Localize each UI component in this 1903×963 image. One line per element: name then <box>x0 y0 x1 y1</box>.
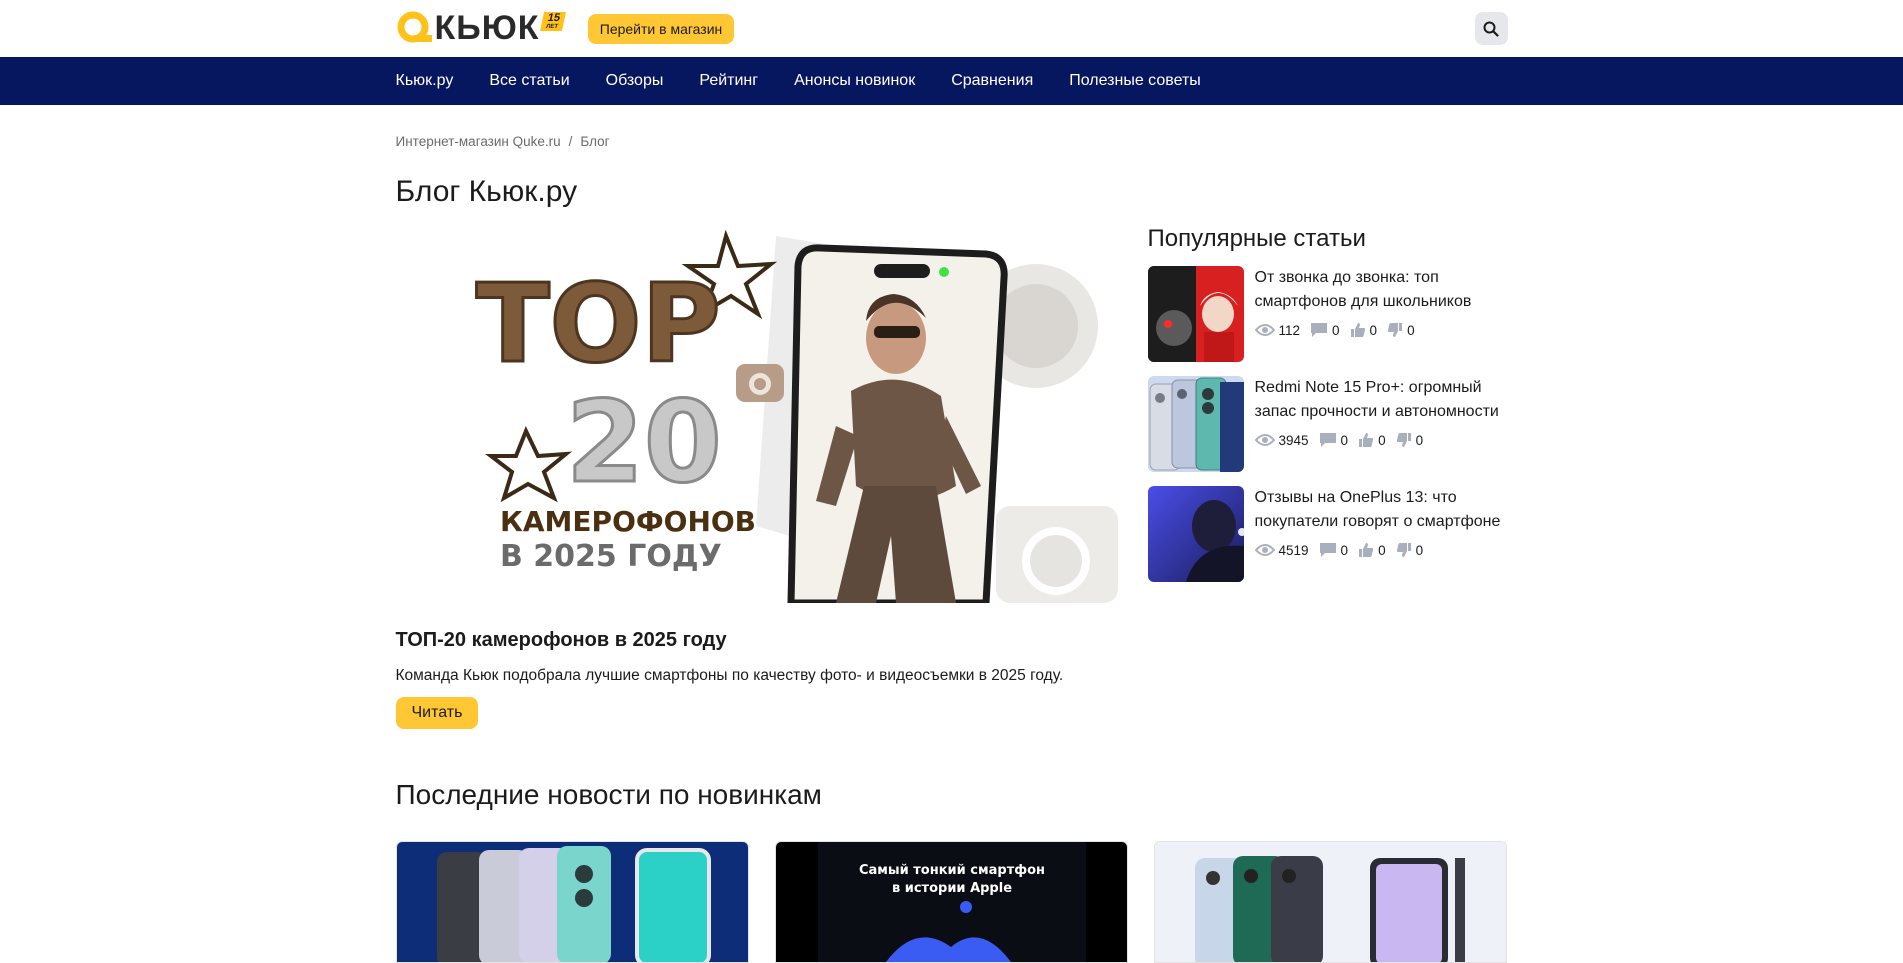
thumbs-up-icon <box>1350 323 1365 337</box>
article-stats: 3945 0 0 0 <box>1254 432 1508 448</box>
article-stats: 4519 0 0 0 <box>1254 542 1508 558</box>
latest-news-cards: Самый тонкий смартфон в истории Apple <box>395 841 1508 963</box>
news-card-text-line1: Самый тонкий смартфон <box>859 863 1045 878</box>
breadcrumb-current: Блог <box>580 134 610 149</box>
dislikes-stat[interactable]: 0 <box>1387 322 1415 338</box>
likes-stat[interactable]: 0 <box>1358 542 1386 558</box>
featured-article: TOP 20 КАМЕРОФОНОВ В 2025 ГОДУ ТОП-20 ка… <box>395 226 1118 729</box>
comments-stat: 0 <box>1319 432 1348 448</box>
eye-icon <box>1254 434 1275 446</box>
eye-icon <box>1254 324 1275 336</box>
go-to-shop-button[interactable]: Перейти в магазин <box>587 13 735 44</box>
nav-item-announcements[interactable]: Анонсы новинок <box>794 72 915 90</box>
thumbs-down-icon <box>1396 543 1411 557</box>
nav-item-rating[interactable]: Рейтинг <box>699 72 758 90</box>
views-stat: 3945 <box>1254 433 1309 448</box>
comment-icon <box>1311 323 1328 337</box>
nav-item-all-articles[interactable]: Все статьи <box>489 72 569 90</box>
logo-text: КЬЮК <box>434 8 540 47</box>
nav-item-comparisons[interactable]: Сравнения <box>951 72 1033 90</box>
page-title: Блог Кьюк.ру <box>395 175 578 208</box>
logo-q-icon <box>396 11 434 45</box>
hero-top-text: TOP <box>476 262 721 387</box>
popular-article-title[interactable]: От звонка до звонка: топ смартфонов для … <box>1255 266 1508 314</box>
popular-article-item[interactable]: От звонка до звонка: топ смартфонов для … <box>1147 266 1508 362</box>
popular-article-item[interactable]: Redmi Note 15 Pro+: огромный запас прочн… <box>1147 376 1508 472</box>
popular-article-title[interactable]: Redmi Note 15 Pro+: огромный запас прочн… <box>1255 376 1508 424</box>
nav-item-reviews[interactable]: Обзоры <box>606 72 664 90</box>
dislikes-stat[interactable]: 0 <box>1396 432 1423 448</box>
site-logo[interactable]: КЬЮК 15 ЛЕТ <box>396 8 566 48</box>
news-card[interactable] <box>395 841 749 963</box>
comment-icon <box>1319 433 1336 447</box>
search-button[interactable] <box>1474 12 1508 45</box>
views-stat: 112 <box>1254 323 1300 338</box>
views-stat: 4519 <box>1254 543 1309 558</box>
thumbs-down-icon <box>1387 323 1403 337</box>
dislikes-stat[interactable]: 0 <box>1396 542 1423 558</box>
thumbs-up-icon <box>1359 543 1374 557</box>
hero-line2-text: В 2025 ГОДУ <box>500 539 722 574</box>
popular-article-thumbnail[interactable] <box>1147 266 1244 362</box>
latest-news-title: Последние новости по новинкам <box>395 779 822 810</box>
thumbs-down-icon <box>1396 433 1411 447</box>
nav-item-home[interactable]: Кьюк.ру <box>396 72 454 90</box>
nav-item-tips[interactable]: Полезные советы <box>1069 72 1201 90</box>
hero-line1-text: КАМЕРОФОНОВ <box>500 505 756 538</box>
comments-stat: 0 <box>1319 542 1348 558</box>
top-bar: КЬЮК 15 ЛЕТ Перейти в магазин <box>0 0 1903 57</box>
breadcrumb-home-link[interactable]: Интернет-магазин Quke.ru <box>396 134 561 149</box>
news-card-text-line2: в истории Apple <box>892 881 1012 896</box>
breadcrumb-separator: / <box>568 134 573 149</box>
popular-article-item[interactable]: Отзывы на OnePlus 13: что покупатели гов… <box>1147 486 1508 582</box>
popular-article-thumbnail[interactable] <box>1147 376 1244 472</box>
thumbs-up-icon <box>1359 433 1374 447</box>
popular-article-title[interactable]: Отзывы на OnePlus 13: что покупатели гов… <box>1255 486 1508 534</box>
news-card[interactable] <box>1154 841 1508 963</box>
comments-stat: 0 <box>1310 322 1340 338</box>
likes-stat[interactable]: 0 <box>1350 322 1377 338</box>
read-button[interactable]: Читать <box>395 697 479 729</box>
hero-num-text: 20 <box>566 378 722 508</box>
featured-image[interactable]: TOP 20 КАМЕРОФОНОВ В 2025 ГОДУ <box>395 226 1118 603</box>
eye-icon <box>1254 544 1275 556</box>
breadcrumb: Интернет-магазин Quke.ru / Блог <box>396 134 1508 149</box>
comment-icon <box>1319 543 1336 557</box>
logo-anniversary-badge: 15 ЛЕТ <box>539 12 566 31</box>
popular-articles: Популярные статьи От звонка до звонка: т… <box>1147 225 1508 729</box>
search-icon <box>1483 21 1499 37</box>
popular-article-thumbnail[interactable] <box>1147 486 1244 582</box>
likes-stat[interactable]: 0 <box>1358 432 1386 448</box>
featured-description: Команда Кьюк подобрала лучшие смартфоны … <box>395 667 1064 684</box>
popular-articles-title: Популярные статьи <box>1147 225 1366 252</box>
news-card[interactable]: Самый тонкий смартфон в истории Apple <box>774 841 1129 963</box>
article-stats: 112 0 0 0 <box>1254 322 1508 338</box>
featured-title[interactable]: ТОП-20 камерофонов в 2025 году <box>396 629 1118 652</box>
main-nav: Кьюк.ру Все статьи Обзоры Рейтинг Анонсы… <box>0 57 1903 105</box>
